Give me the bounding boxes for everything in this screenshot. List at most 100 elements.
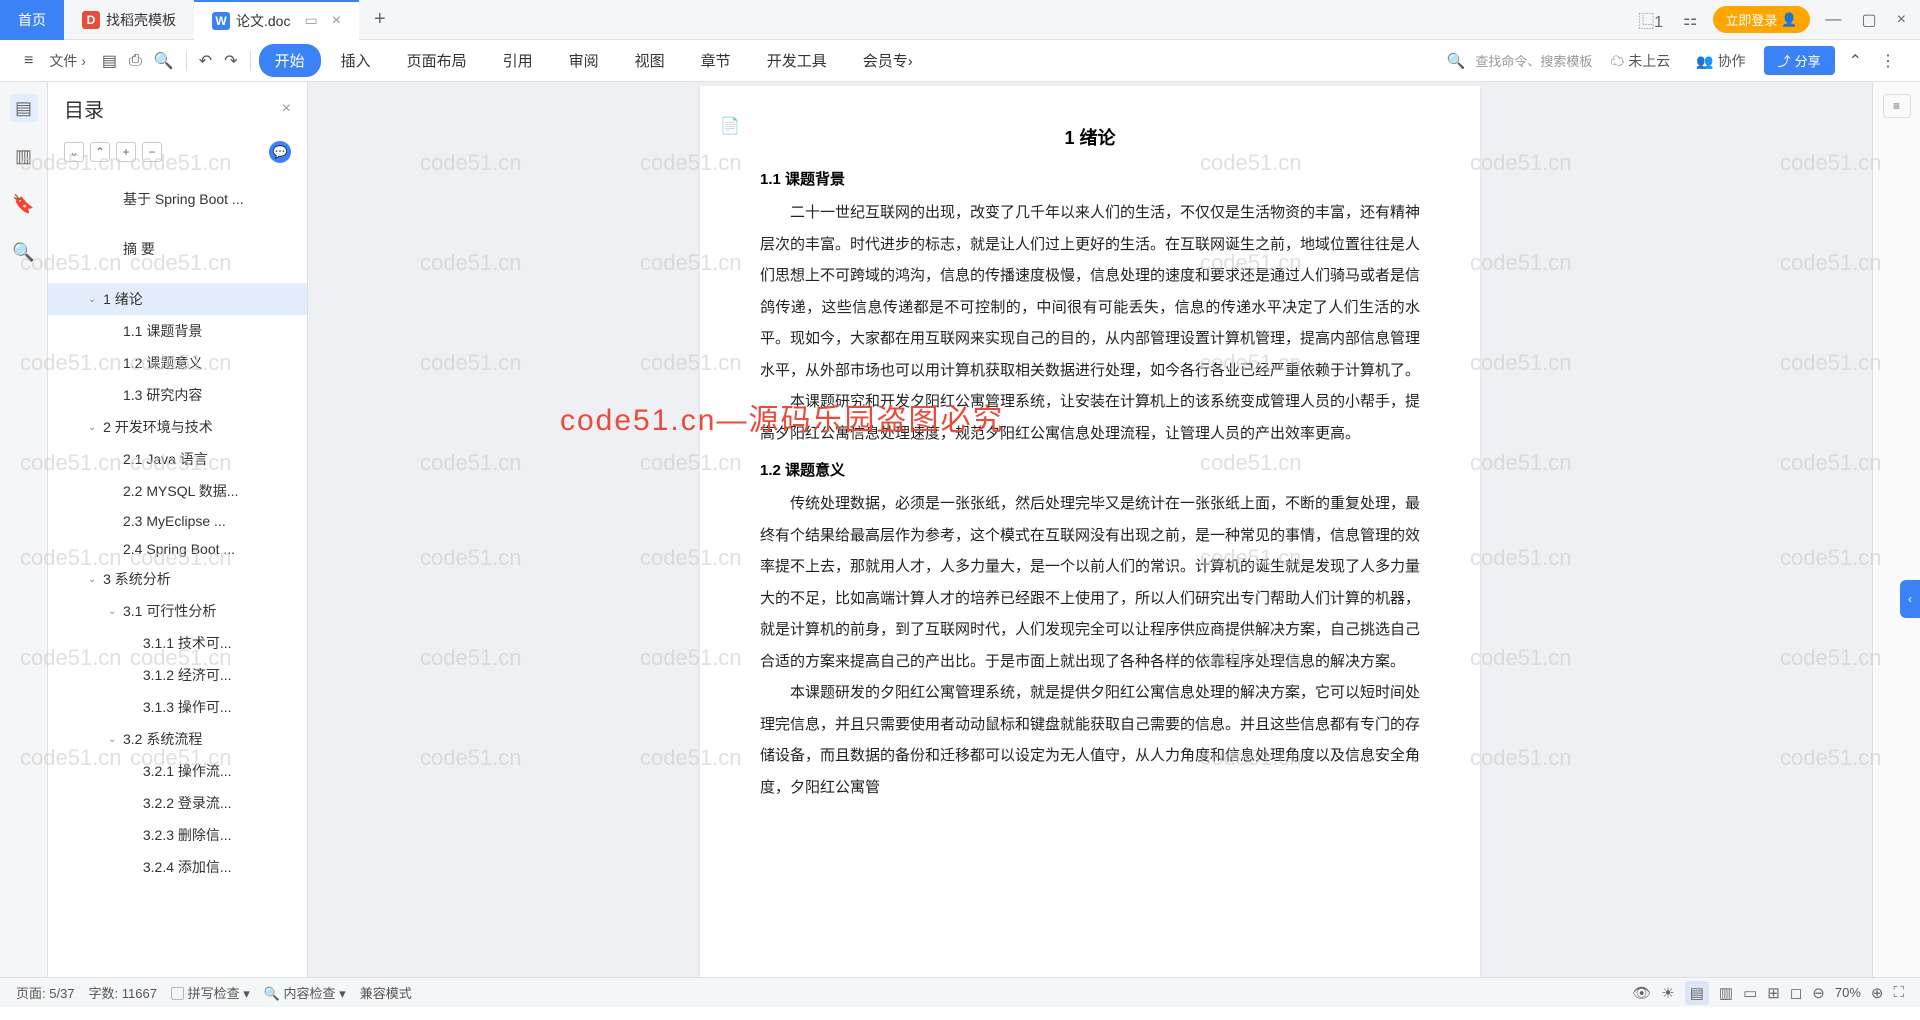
toc-close-icon[interactable]: × bbox=[282, 100, 291, 118]
bookmark-icon[interactable]: 🔖 bbox=[10, 190, 38, 218]
brightness-icon[interactable]: ☀ bbox=[1661, 984, 1674, 1002]
panel-toggle-icon[interactable]: ≡ bbox=[1883, 94, 1911, 118]
find-icon[interactable]: 🔍 bbox=[10, 238, 38, 266]
doc-corner-icon[interactable]: 📄 bbox=[720, 116, 740, 136]
zoom-in-icon[interactable]: ⊕ bbox=[1871, 984, 1884, 1002]
zoom-out-icon[interactable]: ⊖ bbox=[1812, 984, 1825, 1002]
minimize-button[interactable]: — bbox=[1822, 11, 1846, 29]
expand-icon[interactable]: ⌃ bbox=[90, 142, 110, 162]
toc-item[interactable]: 2.2 MYSQL 数据... bbox=[48, 475, 307, 507]
toc-item[interactable]: 2.4 Spring Boot ... bbox=[48, 535, 307, 563]
window-icon[interactable]: ▭ bbox=[304, 12, 317, 29]
toc-item[interactable]: 3.1.1 技术可... bbox=[48, 627, 307, 659]
menu-review[interactable]: 审阅 bbox=[553, 44, 615, 77]
zoom-fit-icon[interactable]: ◻ bbox=[1790, 984, 1802, 1002]
document-area[interactable]: 📄 1 绪论 1.1 课题背景 二十一世纪互联网的出现，改变了几千年以来人们的生… bbox=[308, 82, 1872, 977]
thumbnails-icon[interactable]: ▥ bbox=[10, 142, 38, 170]
undo-icon[interactable]: ↶ bbox=[195, 51, 216, 71]
collab-button[interactable]: 👥 协作 bbox=[1688, 47, 1753, 75]
view-web-icon[interactable]: ⊞ bbox=[1767, 984, 1780, 1002]
toc-item[interactable]: ⌄ 2 开发环境与技术 bbox=[48, 411, 307, 443]
apps-icon[interactable]: ⚏ bbox=[1679, 10, 1701, 30]
tab-template[interactable]: D 找稻壳模板 bbox=[64, 0, 194, 40]
chevron-down-icon[interactable]: ⌄ bbox=[88, 294, 99, 305]
toc-item[interactable]: ⌄3.1 可行性分析 bbox=[48, 595, 307, 627]
file-menu[interactable]: 文件 › bbox=[41, 47, 94, 75]
word-count[interactable]: 字数: 11667 bbox=[89, 983, 157, 1002]
view-outline-icon[interactable]: ▥ bbox=[1719, 984, 1733, 1002]
toc-item[interactable]: 1.1 课题背景 bbox=[48, 315, 307, 347]
feedback-tab[interactable]: ‹ bbox=[1900, 580, 1920, 618]
zoom-value[interactable]: 70% bbox=[1835, 985, 1861, 1000]
share-button[interactable]: ⤴ 分享 bbox=[1764, 46, 1835, 75]
menu-view[interactable]: 视图 bbox=[619, 44, 681, 77]
outline-icon[interactable]: ▤ bbox=[10, 94, 38, 122]
toc-item[interactable]: 基于 Spring Boot ... bbox=[48, 183, 307, 215]
spellcheck-button[interactable]: ▢ 拼写检查 ▾ bbox=[171, 983, 250, 1002]
collapse-icon[interactable]: ⌄ bbox=[64, 142, 84, 162]
user-icon: 👤 bbox=[1781, 12, 1797, 28]
fullscreen-icon[interactable]: ⛶ bbox=[1893, 984, 1904, 1001]
toc-item[interactable]: 1.3 研究内容 bbox=[48, 379, 307, 411]
menu-insert[interactable]: 插入 bbox=[325, 44, 387, 77]
menu-member[interactable]: 会员专› bbox=[847, 44, 929, 77]
toc-item[interactable]: 2.3 MyEclipse ... bbox=[48, 507, 307, 535]
redo-icon[interactable]: ↷ bbox=[220, 51, 241, 71]
login-button[interactable]: 立即登录 👤 bbox=[1713, 6, 1809, 33]
toc-item[interactable]: ⌄3.2 系统流程 bbox=[48, 723, 307, 755]
search-input[interactable]: 查找命令、搜索模板 bbox=[1475, 51, 1592, 70]
toc-item-label: 3.1.1 技术可... bbox=[143, 633, 287, 653]
page-indicator[interactable]: 页面: 5/37 bbox=[16, 983, 75, 1002]
content-check-button[interactable]: 🔍 内容检查 ▾ bbox=[264, 983, 346, 1002]
close-button[interactable]: × bbox=[1893, 11, 1910, 29]
menu-ref[interactable]: 引用 bbox=[487, 44, 549, 77]
add-icon[interactable]: + bbox=[116, 142, 136, 162]
toc-item[interactable]: 3.2.2 登录流... bbox=[48, 787, 307, 819]
toc-item[interactable]: 3.1.3 操作可... bbox=[48, 691, 307, 723]
menu-dev[interactable]: 开发工具 bbox=[751, 44, 843, 77]
maximize-button[interactable]: ▢ bbox=[1858, 10, 1881, 30]
chevron-down-icon[interactable]: ⌄ bbox=[108, 734, 119, 745]
toc-item[interactable]: ⌄ 1 绪论 bbox=[48, 283, 307, 315]
toc-item[interactable]: ⌄3 系统分析 bbox=[48, 563, 307, 595]
toc-item-label: 3.2.2 登录流... bbox=[143, 793, 287, 813]
compat-mode[interactable]: 兼容模式 bbox=[360, 983, 412, 1002]
paragraph: 本课题研究和开发夕阳红公寓管理系统，让安装在计算机上的该系统变成管理人员的小帮手… bbox=[760, 386, 1420, 449]
save-icon[interactable]: ▤ bbox=[98, 51, 121, 71]
toc-item[interactable]: 3.1.2 经济可... bbox=[48, 659, 307, 691]
toc-item[interactable]: 1.2 课题意义 bbox=[48, 347, 307, 379]
chevron-up-icon[interactable]: ⌃ bbox=[1845, 51, 1866, 71]
title-bar: 首页 D 找稻壳模板 W 论文.doc ▭ × + ⿺1 ⚏ 立即登录 👤 — … bbox=[0, 0, 1920, 40]
toc-item-label: 基于 Spring Boot ... bbox=[123, 189, 287, 209]
toc-item[interactable]: 摘 要 bbox=[48, 233, 307, 265]
menu-chapter[interactable]: 章节 bbox=[685, 44, 747, 77]
cloud-button[interactable]: ☁ 未上云 bbox=[1602, 47, 1678, 75]
tab-home[interactable]: 首页 bbox=[0, 0, 64, 40]
chat-icon[interactable]: 💬 bbox=[269, 141, 291, 163]
more-icon[interactable]: ⋮ bbox=[1876, 51, 1900, 71]
toc-item[interactable]: 3.2.4 添加信... bbox=[48, 851, 307, 883]
menu-layout[interactable]: 页面布局 bbox=[391, 44, 483, 77]
menu-icon[interactable]: ≡ bbox=[20, 52, 37, 70]
close-icon[interactable]: × bbox=[332, 12, 341, 30]
chevron-down-icon[interactable]: ⌄ bbox=[88, 422, 99, 433]
view-reading-icon[interactable]: ▭ bbox=[1743, 984, 1757, 1002]
status-right: 👁 ☀ ▤ ▥ ▭ ⊞ ◻ ⊖ 70% ⊕ ⛶ bbox=[1632, 981, 1904, 1005]
toc-item[interactable]: 3.2.3 删除信... bbox=[48, 819, 307, 851]
toc-item-label: 2 开发环境与技术 bbox=[103, 417, 287, 437]
chevron-down-icon[interactable]: ⌄ bbox=[88, 574, 99, 585]
remove-icon[interactable]: − bbox=[142, 142, 162, 162]
search-icon[interactable]: 🔍 bbox=[1447, 52, 1466, 70]
print-icon[interactable]: ⎙ bbox=[125, 52, 146, 70]
toc-item[interactable]: 3.2.1 操作流... bbox=[48, 755, 307, 787]
preview-icon[interactable]: 🔍 bbox=[150, 51, 178, 71]
menu-start[interactable]: 开始 bbox=[259, 44, 321, 77]
view-page-icon[interactable]: ▤ bbox=[1685, 981, 1709, 1005]
toc-item-label: 1 绪论 bbox=[103, 289, 287, 309]
eye-icon[interactable]: 👁 bbox=[1632, 984, 1651, 1002]
toc-item[interactable]: 2.1 Java 语言 bbox=[48, 443, 307, 475]
new-tab-button[interactable]: + bbox=[359, 8, 401, 31]
tab-document[interactable]: W 论文.doc ▭ × bbox=[194, 0, 359, 40]
chevron-down-icon[interactable]: ⌄ bbox=[108, 606, 119, 617]
layout-icon[interactable]: ⿺1 bbox=[1634, 8, 1667, 32]
